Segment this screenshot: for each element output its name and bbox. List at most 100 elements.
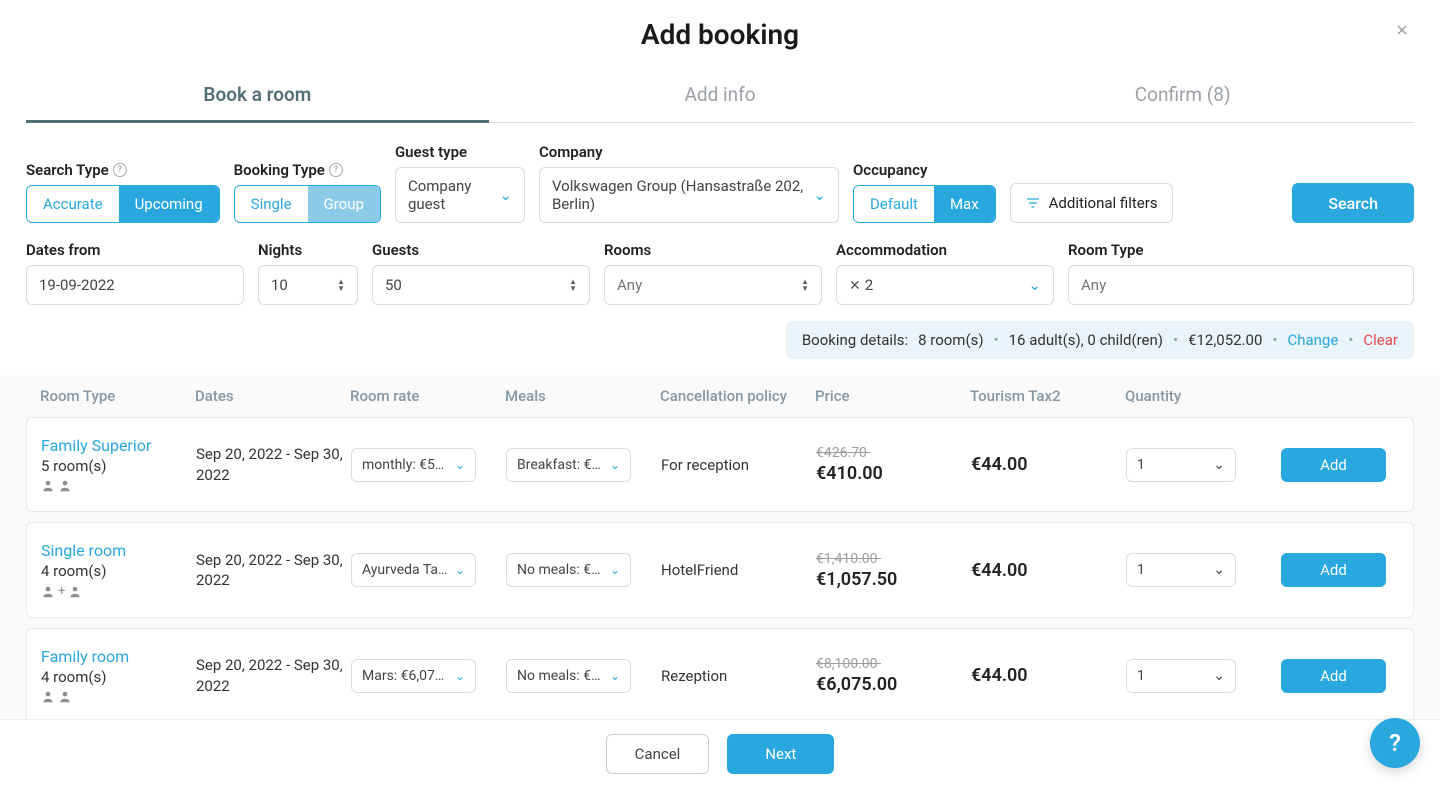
occupancy-label: Occupancy bbox=[853, 161, 996, 179]
col-rate: Room rate bbox=[350, 387, 505, 405]
policy-cell: HotelFriend bbox=[661, 561, 816, 579]
tax-cell: €44.00 bbox=[971, 665, 1126, 686]
room-rate-select[interactable]: Mars: €6,07…⌄ bbox=[351, 659, 476, 693]
rooms-input[interactable]: ▲▼ bbox=[604, 265, 822, 305]
chevron-down-icon: ⌄ bbox=[610, 669, 620, 683]
guests-field: Guests ▲▼ bbox=[372, 241, 590, 305]
separator: • bbox=[1173, 331, 1178, 349]
add-button[interactable]: Add bbox=[1281, 448, 1386, 482]
close-button[interactable] bbox=[1394, 22, 1414, 42]
summary-guests: 16 adult(s), 0 child(ren) bbox=[1009, 331, 1163, 349]
company-value: Volkswagen Group (Hansastraße 202, Berli… bbox=[552, 177, 805, 213]
tab-book-room[interactable]: Book a room bbox=[26, 69, 489, 123]
filter-row-2: Dates from Nights ▲▼ Guests ▲▼ Rooms ▲▼ bbox=[26, 241, 1414, 305]
occupancy-max[interactable]: Max bbox=[934, 186, 995, 222]
next-button[interactable]: Next bbox=[727, 734, 834, 774]
room-type-input[interactable] bbox=[1068, 265, 1414, 305]
additional-filters-button[interactable]: Additional filters bbox=[1010, 183, 1173, 223]
dates-cell: Sep 20, 2022 - Sep 30, 2022 bbox=[196, 655, 351, 696]
room-type-label: Room Type bbox=[1068, 241, 1414, 259]
stepper-icon[interactable]: ▲▼ bbox=[569, 278, 577, 292]
filter-icon bbox=[1025, 195, 1041, 211]
summary-clear-link[interactable]: Clear bbox=[1363, 331, 1398, 349]
room-count: 5 room(s) bbox=[41, 457, 196, 475]
booking-type-toggle: Single Group bbox=[234, 185, 381, 223]
nights-input[interactable]: ▲▼ bbox=[258, 265, 358, 305]
company-select[interactable]: Volkswagen Group (Hansastraße 202, Berli… bbox=[539, 167, 839, 223]
modal-header: Add booking bbox=[26, 18, 1414, 51]
guests-input[interactable]: ▲▼ bbox=[372, 265, 590, 305]
chevron-down-icon: ⌄ bbox=[1213, 562, 1225, 578]
filter-row-1: Search Type ? Accurate Upcoming Booking … bbox=[26, 143, 1414, 223]
dates-from-label: Dates from bbox=[26, 241, 244, 259]
room-type-value[interactable] bbox=[1081, 276, 1401, 294]
col-qty: Quantity bbox=[1125, 387, 1280, 405]
summary-total: €12,052.00 bbox=[1188, 331, 1262, 349]
chevron-down-icon: ⌄ bbox=[1213, 668, 1225, 684]
rooms-field: Rooms ▲▼ bbox=[604, 241, 822, 305]
summary-change-link[interactable]: Change bbox=[1287, 331, 1338, 349]
room-rate-select[interactable]: monthly: €5…⌄ bbox=[351, 448, 476, 482]
nights-value[interactable] bbox=[271, 276, 329, 294]
occupancy-toggle: Default Max bbox=[853, 185, 996, 223]
stepper-icon[interactable]: ▲▼ bbox=[337, 278, 345, 292]
modal-footer: Cancel Next bbox=[0, 719, 1440, 788]
quantity-select[interactable]: 1⌄ bbox=[1126, 659, 1236, 693]
dates-from-input[interactable] bbox=[26, 265, 244, 305]
people-icons bbox=[41, 479, 196, 493]
room-name-link[interactable]: Family room bbox=[41, 647, 196, 666]
col-price: Price bbox=[815, 387, 970, 405]
room-count: 4 room(s) bbox=[41, 668, 196, 686]
wizard-tabs: Book a room Add info Confirm (8) bbox=[26, 69, 1414, 123]
chevron-down-icon: ⌄ bbox=[813, 186, 826, 204]
search-type-toggle: Accurate Upcoming bbox=[26, 185, 220, 223]
accommodation-select[interactable]: ✕2 ⌄ bbox=[836, 265, 1054, 305]
guest-type-select[interactable]: Company guest ⌄ bbox=[395, 167, 525, 223]
booking-type-label-text: Booking Type bbox=[234, 161, 325, 179]
summary-rooms: 8 room(s) bbox=[918, 331, 983, 349]
tab-add-info[interactable]: Add info bbox=[489, 69, 952, 122]
chevron-down-icon: ⌄ bbox=[1213, 457, 1225, 473]
guests-value[interactable] bbox=[385, 276, 561, 294]
guests-label: Guests bbox=[372, 241, 590, 259]
meals-select[interactable]: Breakfast: €…⌄ bbox=[506, 448, 631, 482]
search-type-upcoming[interactable]: Upcoming bbox=[119, 186, 219, 222]
booking-type-group[interactable]: Group bbox=[308, 186, 380, 222]
booking-summary: Booking details: 8 room(s) • 16 adult(s)… bbox=[786, 321, 1414, 359]
chevron-down-icon: ⌄ bbox=[610, 563, 620, 577]
col-dates: Dates bbox=[195, 387, 350, 405]
room-name-link[interactable]: Single room bbox=[41, 541, 196, 560]
meals-select[interactable]: No meals: €…⌄ bbox=[506, 659, 631, 693]
separator: • bbox=[994, 331, 999, 349]
search-button[interactable]: Search bbox=[1292, 183, 1414, 223]
rooms-value[interactable] bbox=[617, 276, 793, 294]
results-section: Room Type Dates Room rate Meals Cancella… bbox=[0, 375, 1440, 723]
quantity-select[interactable]: 1⌄ bbox=[1126, 553, 1236, 587]
chevron-down-icon: ⌄ bbox=[455, 563, 465, 577]
booking-type-single[interactable]: Single bbox=[235, 186, 308, 222]
help-fab-button[interactable]: ? bbox=[1370, 718, 1420, 768]
chevron-down-icon: ⌄ bbox=[499, 186, 512, 204]
help-icon[interactable]: ? bbox=[113, 163, 127, 177]
tab-confirm[interactable]: Confirm (8) bbox=[951, 69, 1414, 122]
summary-label: Booking details: bbox=[802, 331, 908, 349]
meals-select[interactable]: No meals: €…⌄ bbox=[506, 553, 631, 587]
remove-tag-icon[interactable]: ✕ bbox=[849, 278, 865, 294]
quantity-select[interactable]: 1⌄ bbox=[1126, 448, 1236, 482]
room-count: 4 room(s) bbox=[41, 562, 196, 580]
search-type-accurate[interactable]: Accurate bbox=[27, 186, 119, 222]
policy-cell: Rezeption bbox=[661, 667, 816, 685]
add-button[interactable]: Add bbox=[1281, 659, 1386, 693]
add-button[interactable]: Add bbox=[1281, 553, 1386, 587]
cancel-button[interactable]: Cancel bbox=[606, 734, 710, 774]
price-cell: €1,410.00 €1,057.50 bbox=[816, 551, 971, 590]
stepper-icon[interactable]: ▲▼ bbox=[801, 278, 809, 292]
dates-from-value[interactable] bbox=[39, 276, 231, 294]
result-row: Family Superior 5 room(s) Sep 20, 2022 -… bbox=[26, 417, 1414, 512]
help-icon[interactable]: ? bbox=[329, 163, 343, 177]
occupancy-default[interactable]: Default bbox=[854, 186, 934, 222]
col-meals: Meals bbox=[505, 387, 660, 405]
room-rate-select[interactable]: Ayurveda Ta…⌄ bbox=[351, 553, 476, 587]
price-cell: €426.70 €410.00 bbox=[816, 445, 971, 484]
room-name-link[interactable]: Family Superior bbox=[41, 436, 196, 455]
